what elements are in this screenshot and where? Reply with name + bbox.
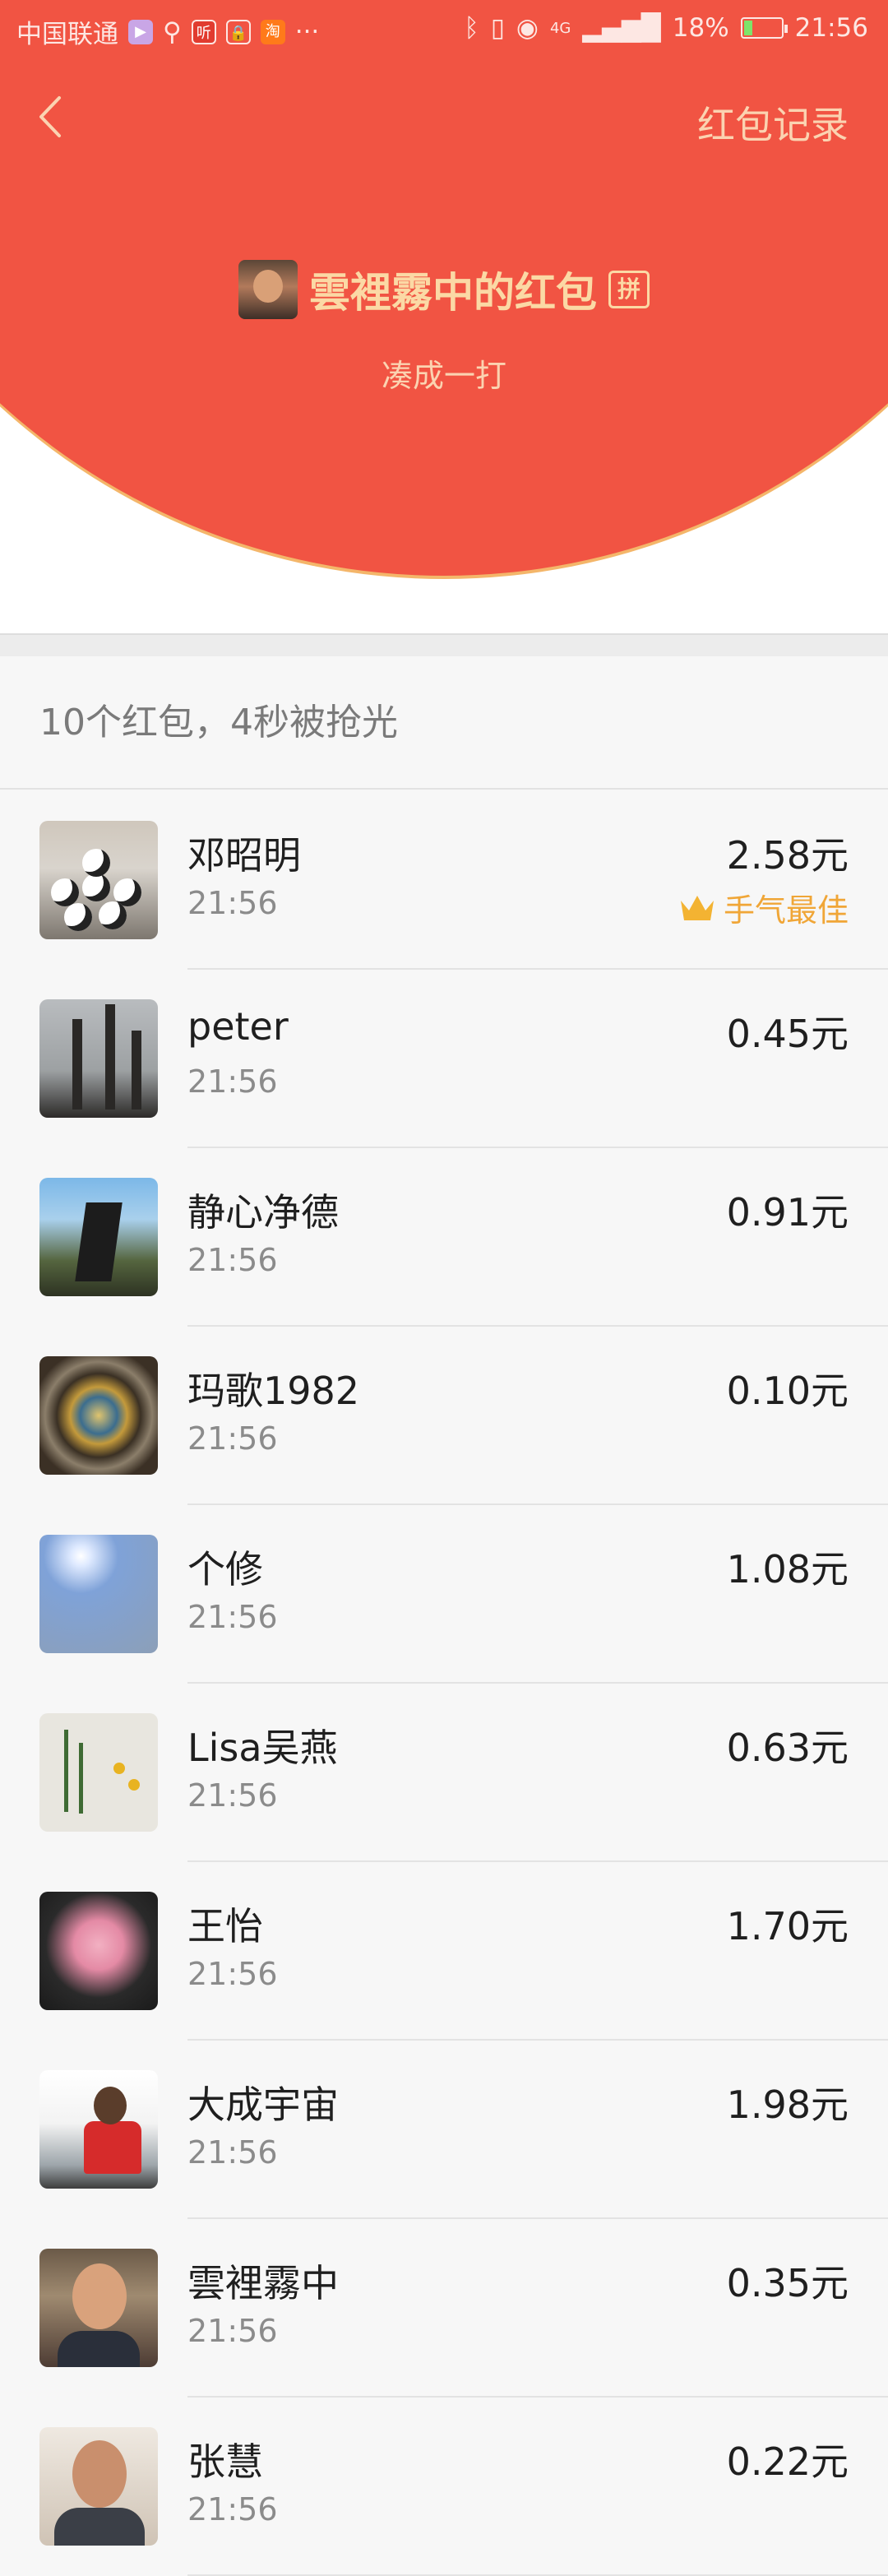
receive-time: 21:56 [187, 885, 278, 921]
amount: 0.10元 [726, 1369, 849, 1413]
receive-time: 21:56 [187, 1420, 278, 1457]
amount: 0.63元 [726, 1726, 849, 1770]
sender-info: 雲裡霧中的红包 拼 [0, 260, 888, 319]
clock: 21:56 [794, 13, 868, 43]
signal-bars-icon: ▂▄▆█ [582, 13, 661, 43]
amount: 0.45元 [726, 1012, 849, 1056]
receiver-name: 玛歌1982 [187, 1369, 360, 1413]
avatar[interactable] [39, 2070, 158, 2189]
avatar[interactable] [39, 1356, 158, 1475]
receive-time: 21:56 [187, 1599, 278, 1635]
receiver-name: 雲裡霧中 [187, 2261, 339, 2305]
list-item[interactable]: 静心净德 21:56 0.91元 [0, 1148, 888, 1327]
sender-title: 雲裡霧中的红包 [309, 269, 597, 317]
receive-time: 21:56 [187, 2134, 278, 2171]
vibrate-icon: ▯ [490, 13, 505, 43]
section-divider [0, 633, 888, 656]
listen-app-icon: 听 [191, 19, 216, 44]
4g-signal-icon: 4G [549, 19, 571, 37]
avatar[interactable] [39, 999, 158, 1118]
avatar[interactable] [39, 2249, 158, 2367]
red-packet-record-link[interactable]: 红包记录 [697, 95, 849, 150]
list-item[interactable]: 邓昭明 21:56 2.58元 手气最佳 [0, 791, 888, 970]
receive-time: 21:56 [187, 2313, 278, 2349]
avatar[interactable] [39, 1535, 158, 1653]
list-item[interactable]: 玛歌1982 21:56 0.10元 [0, 1327, 888, 1505]
receiver-name: 王怡 [187, 1904, 263, 1948]
battery-percent: 18% [672, 13, 729, 43]
wish-text: 凑成一打 [381, 358, 506, 394]
receiver-name: 张慧 [187, 2439, 263, 2484]
receive-time: 21:56 [187, 1777, 278, 1814]
carrier-label: 中国联通 [16, 20, 118, 49]
amount: 0.35元 [726, 2261, 849, 2305]
receiver-name: 邓昭明 [187, 833, 301, 878]
red-packet-header: 中国联通 ▶ ⚲ 听 🔒 淘 ··· ᛒ ▯ ◉ 4G ▂▄▆█ 18% 21:… [0, 0, 888, 633]
amount: 1.08元 [726, 1547, 849, 1591]
pin-badge: 拼 [608, 271, 650, 308]
back-button[interactable] [30, 92, 71, 141]
best-luck-badge: 手气最佳 [679, 885, 849, 930]
list-item[interactable]: peter 21:56 0.45元 [0, 970, 888, 1148]
amount: 1.98元 [726, 2083, 849, 2127]
avatar[interactable] [39, 2427, 158, 2546]
best-luck-label: 手气最佳 [723, 892, 849, 929]
avatar[interactable] [39, 1178, 158, 1296]
avatar[interactable] [39, 1892, 158, 2010]
receive-time: 21:56 [187, 1242, 278, 1278]
list-item[interactable]: 张慧 21:56 0.22元 [0, 2398, 888, 2576]
receiver-name: 大成宇宙 [187, 2083, 339, 2127]
chevron-left-icon [39, 96, 61, 137]
status-bar: 中国联通 ▶ ⚲ 听 🔒 淘 ··· ᛒ ▯ ◉ 4G ▂▄▆█ 18% 21:… [0, 0, 888, 59]
sender-avatar[interactable] [238, 260, 298, 319]
lock-app-icon: 🔒 [225, 19, 251, 44]
amount: 2.58元 [726, 833, 849, 878]
summary-text: 10个红包，4秒被抢光 [0, 656, 888, 790]
usb-icon: ⚲ [163, 16, 182, 47]
receiver-name: Lisa吴燕 [187, 1726, 338, 1770]
list-item[interactable]: 个修 21:56 1.08元 [0, 1505, 888, 1684]
receive-time: 21:56 [187, 1063, 278, 1100]
more-dots-icon: ··· [294, 16, 320, 47]
amount: 1.70元 [726, 1904, 849, 1948]
eye-icon: ◉ [516, 13, 539, 43]
amount: 0.22元 [726, 2439, 849, 2484]
battery-icon [740, 17, 788, 39]
list-item[interactable]: 大成宇宙 21:56 1.98元 [0, 2041, 888, 2219]
crown-icon [680, 895, 714, 920]
receive-time: 21:56 [187, 1956, 278, 1992]
avatar[interactable] [39, 821, 158, 939]
avatar[interactable] [39, 1713, 158, 1832]
amount: 0.91元 [726, 1190, 849, 1235]
receiver-name: 静心净德 [187, 1190, 339, 1235]
receiver-list: 邓昭明 21:56 2.58元 手气最佳 peter 21:56 0.45元 静… [0, 791, 888, 2576]
list-item[interactable]: 王怡 21:56 1.70元 [0, 1862, 888, 2041]
video-app-icon: ▶ [128, 19, 153, 44]
list-item[interactable]: Lisa吴燕 21:56 0.63元 [0, 1684, 888, 1862]
receiver-name: 个修 [187, 1547, 263, 1591]
receiver-name: peter [187, 1004, 289, 1049]
list-item[interactable]: 雲裡霧中 21:56 0.35元 [0, 2219, 888, 2398]
taobao-app-icon: 淘 [260, 19, 285, 44]
receive-time: 21:56 [187, 2491, 278, 2527]
bluetooth-icon: ᛒ [464, 13, 479, 43]
